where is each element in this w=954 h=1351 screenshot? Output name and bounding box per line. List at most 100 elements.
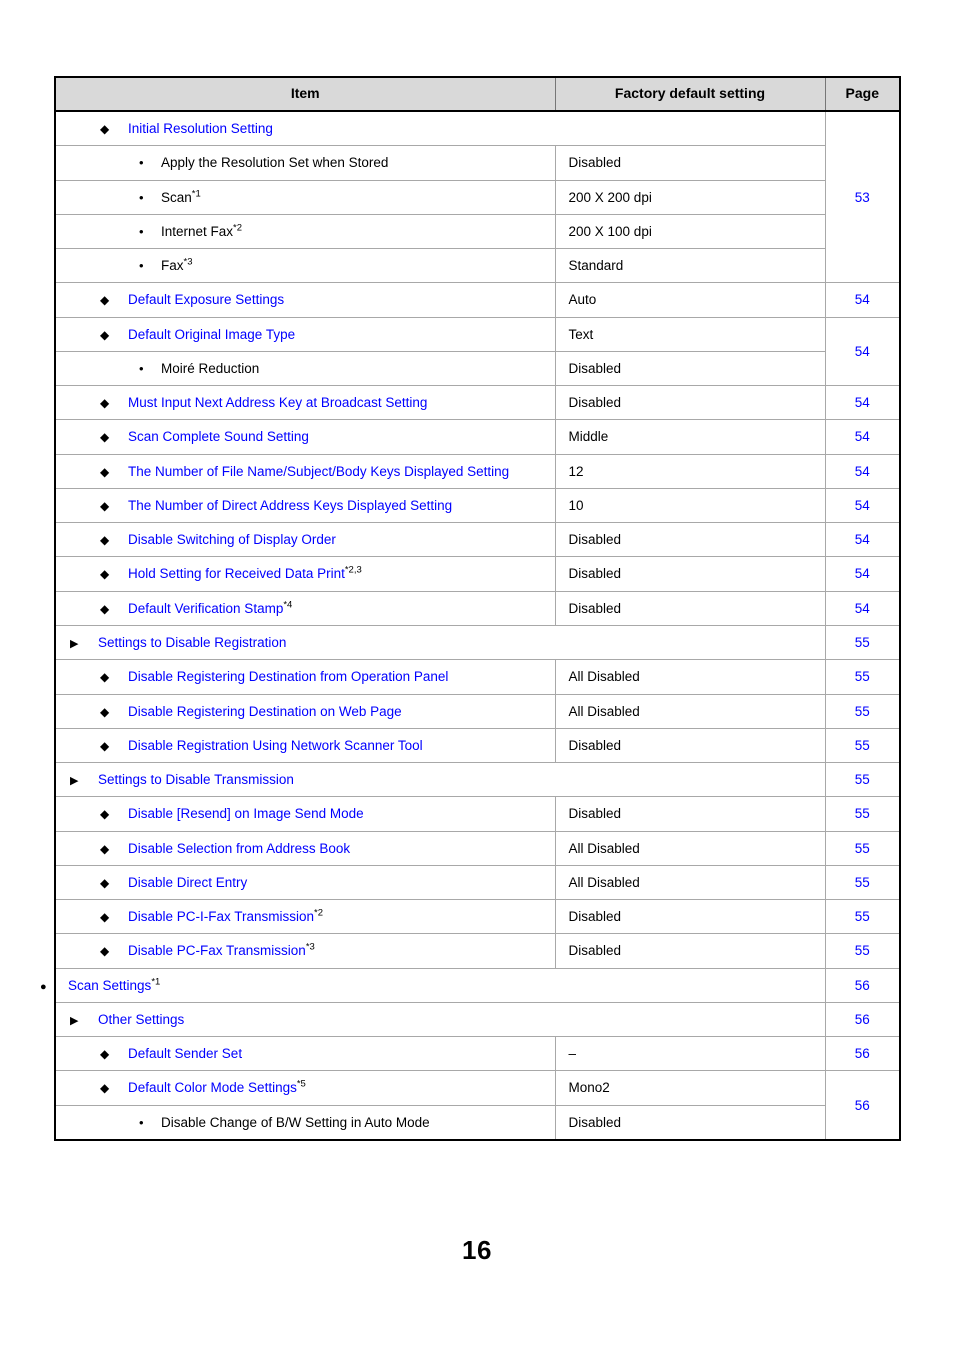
footnote-marker: *5: [296, 1078, 306, 1090]
row-label-text[interactable]: Default Color Mode Settings: [128, 1080, 297, 1095]
cell-item: ▶ Other Settings: [54, 1001, 826, 1038]
cell-page-number[interactable]: 55: [824, 727, 901, 764]
cell-page-number[interactable]: 55: [824, 933, 901, 969]
row-label-text[interactable]: Scan Settings: [68, 978, 151, 993]
footnote-marker: *1: [191, 188, 201, 200]
factory-default-value: All Disabled: [568, 874, 640, 890]
cell-page-number[interactable]: 55: [824, 762, 901, 798]
cell-page-number[interactable]: 54: [824, 385, 901, 421]
cell-page-number[interactable]: 53: [824, 110, 901, 284]
diamond-marker-icon: ◆: [100, 670, 110, 685]
factory-default-value: All Disabled: [568, 669, 640, 685]
cell-page-number[interactable]: 54: [824, 556, 901, 592]
row-label-text[interactable]: Settings to Disable Transmission: [98, 772, 294, 787]
cell-page-number[interactable]: 56: [824, 1001, 901, 1038]
row-label-text[interactable]: Disable PC-I-Fax Transmission: [128, 909, 314, 924]
cell-factory-default: Disabled: [554, 556, 826, 592]
table-row: ◆ Disable Registering Destination on Web …: [54, 693, 901, 729]
cell-page-number[interactable]: 54: [824, 282, 901, 318]
factory-default-value: Disabled: [568, 155, 622, 171]
diamond-marker-icon: ◆: [100, 875, 110, 890]
cell-factory-default: Disabled: [554, 145, 826, 181]
table-row: ◆ Default Verification Stamp*4 Disabled 54: [54, 590, 901, 626]
cell-item: • Fax*3: [54, 248, 556, 284]
cell-page-number[interactable]: 54: [824, 522, 901, 558]
row-label-text[interactable]: The Number of Direct Address Keys Displa…: [128, 498, 452, 513]
diamond-marker-icon: ◆: [100, 430, 110, 445]
row-label-text[interactable]: Initial Resolution Setting: [128, 121, 273, 136]
cell-page-number[interactable]: 54: [824, 487, 901, 524]
row-label-text[interactable]: Disable PC-Fax Transmission: [128, 943, 306, 958]
factory-default-value: Disabled: [568, 360, 622, 376]
cell-item: ◆ Default Color Mode Settings*5: [54, 1070, 556, 1106]
cell-page-number[interactable]: 56: [824, 1070, 901, 1141]
table-row: • Internet Fax*2 200 X 100 dpi: [54, 213, 900, 250]
cell-item: ● Scan Settings*1: [40, 967, 826, 1003]
table-row: ◆ The Number of Direct Address Keys Displ…: [54, 487, 901, 524]
cell-item: ◆ Disable Switching of Display Order: [54, 522, 556, 558]
cell-page-number[interactable]: 56: [824, 967, 901, 1003]
column-header-page: Page: [824, 77, 900, 112]
bullet-marker-icon: •: [139, 1114, 144, 1130]
cell-factory-default: All Disabled: [554, 864, 826, 901]
row-label-text: Fax: [161, 258, 184, 274]
footnote-marker: *1: [151, 976, 161, 988]
cell-page-number[interactable]: 55: [824, 659, 901, 695]
cell-page-number[interactable]: 54: [824, 419, 901, 455]
column-header-factory-default: Factory default setting: [554, 77, 826, 112]
table-row: ◆ Initial Resolution Setting 53: [54, 110, 901, 284]
diamond-marker-icon: ◆: [100, 498, 110, 513]
cell-factory-default: Disabled: [554, 522, 826, 558]
cell-item: ▶ Settings to Disable Registration: [54, 624, 826, 661]
row-label-text[interactable]: Hold Setting for Received Data Print: [128, 566, 345, 581]
cell-page-number[interactable]: 54: [824, 453, 901, 489]
cell-item: ▶ Settings to Disable Transmission: [54, 762, 826, 798]
row-label-text[interactable]: The Number of File Name/Subject/Body Key…: [128, 464, 509, 479]
row-label-text[interactable]: Settings to Disable Registration: [98, 635, 286, 650]
cell-page-number[interactable]: 55: [824, 899, 901, 935]
cell-item: ◆ Disable PC-Fax Transmission*3: [54, 933, 556, 969]
row-label-text: Scan: [161, 189, 192, 205]
cell-page-number[interactable]: 55: [824, 693, 901, 729]
row-label-text[interactable]: Disable Direct Entry: [128, 875, 247, 890]
row-label-text[interactable]: Must Input Next Address Key at Broadcast…: [128, 395, 427, 410]
table-row: • Scan*1 200 X 200 dpi: [54, 179, 900, 215]
cell-item: ◆ Hold Setting for Received Data Print*2,…: [54, 556, 556, 592]
diamond-marker-icon: ◆: [100, 601, 110, 616]
cell-factory-default: Mono2: [554, 1070, 826, 1106]
cell-page-number[interactable]: 56: [824, 1036, 901, 1072]
table-row: ◆ Disable [Resend] on Image Send Mode Disa…: [54, 796, 901, 832]
cell-page-number[interactable]: 55: [824, 830, 901, 866]
row-label-text[interactable]: Disable Registering Destination from Ope…: [128, 669, 448, 684]
row-label-text[interactable]: Scan Complete Sound Setting: [128, 429, 309, 444]
row-label-text[interactable]: Other Settings: [98, 1012, 184, 1027]
row-label-text[interactable]: Disable Registration Using Network Scann…: [128, 738, 423, 753]
circle-marker-icon: ●: [40, 980, 47, 993]
cell-item: ◆ Disable Registration Using Network Scan…: [54, 727, 556, 764]
row-label-text: Apply the Resolution Set when Stored: [161, 155, 389, 171]
row-label-text[interactable]: Default Original Image Type: [128, 327, 295, 342]
cell-factory-default: 200 X 200 dpi: [554, 179, 826, 215]
row-label-text[interactable]: Default Exposure Settings: [128, 292, 284, 307]
cell-factory-default: Disabled: [554, 796, 826, 832]
cell-page-number[interactable]: 54: [824, 590, 901, 626]
cell-page-number[interactable]: 55: [824, 624, 901, 661]
cell-item: ◆ Disable Direct Entry: [54, 864, 556, 901]
cell-factory-default: Auto: [554, 282, 826, 318]
diamond-marker-icon: ◆: [100, 396, 110, 411]
table-row: ◆ Disable PC-Fax Transmission*3 Disabled 55: [54, 933, 901, 969]
row-label-text[interactable]: Default Sender Set: [128, 1046, 242, 1061]
cell-item: ◆ Disable [Resend] on Image Send Mode: [54, 796, 556, 832]
cell-item: ◆ Default Verification Stamp*4: [54, 590, 556, 626]
cell-factory-default: Disabled: [554, 933, 826, 969]
row-label-text[interactable]: Disable Registering Destination on Web P…: [128, 704, 402, 719]
row-label-text: Moiré Reduction: [161, 360, 260, 376]
cell-page-number[interactable]: 55: [824, 864, 901, 901]
row-label-text[interactable]: Disable Selection from Address Book: [128, 841, 350, 856]
cell-page-number[interactable]: 54: [824, 316, 901, 387]
cell-page-number[interactable]: 55: [824, 796, 901, 832]
row-label-text[interactable]: Disable [Resend] on Image Send Mode: [128, 806, 364, 821]
row-label-text[interactable]: Default Verification Stamp: [128, 601, 283, 616]
row-label-text[interactable]: Disable Switching of Display Order: [128, 532, 336, 547]
column-header-item: Item: [55, 77, 556, 112]
